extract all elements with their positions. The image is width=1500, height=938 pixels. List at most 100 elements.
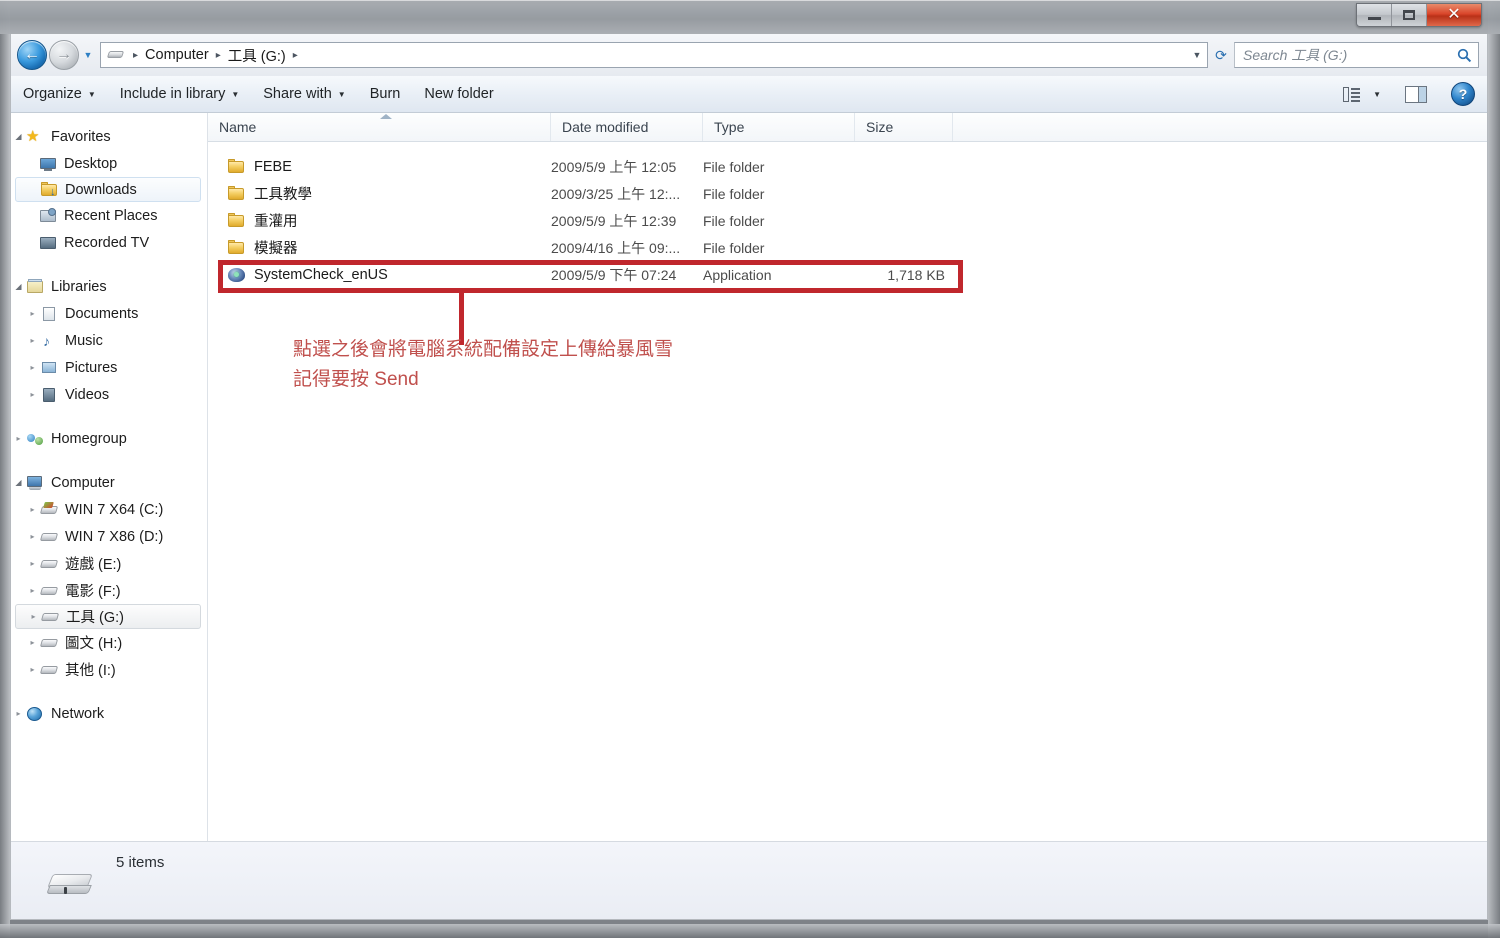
help-button[interactable]: ?: [1451, 82, 1475, 106]
table-row[interactable]: SystemCheck_enUS 2009/5/9 下午 07:24 Appli…: [208, 261, 1487, 288]
file-name-cell[interactable]: FEBE: [208, 158, 551, 176]
breadcrumb-item-drive-g[interactable]: 工具 (G:): [226, 45, 288, 66]
breadcrumb-bar[interactable]: ▸ Computer ▸ 工具 (G:) ▸ ▼: [100, 42, 1208, 68]
sidebar-item-recent-places[interactable]: Recent Places: [11, 202, 207, 229]
file-name-cell[interactable]: 工具教學: [208, 183, 551, 204]
file-name-cell[interactable]: 重灌用: [208, 210, 551, 231]
forward-button[interactable]: →: [49, 40, 79, 70]
expander-icon[interactable]: ▸: [26, 532, 39, 541]
expander-icon[interactable]: ▸: [26, 665, 39, 674]
breadcrumb-dropdown-button[interactable]: ▼: [1189, 43, 1205, 67]
sidebar-item-pictures[interactable]: ▸ Pictures: [11, 354, 207, 381]
sidebar-item-drive-d[interactable]: ▸ WIN 7 X86 (D:): [11, 523, 207, 550]
preview-pane-button[interactable]: [1401, 81, 1431, 107]
sidebar-group-network[interactable]: ▸ Network: [11, 700, 207, 727]
organize-button[interactable]: Organize ▼: [11, 79, 108, 109]
sidebar-item-documents[interactable]: ▸ Documents: [11, 300, 207, 327]
new-folder-button[interactable]: New folder: [412, 79, 505, 109]
expander-icon[interactable]: ▸: [26, 390, 39, 399]
expander-icon[interactable]: ▸: [26, 559, 39, 568]
column-header-date-modified[interactable]: Date modified: [551, 113, 703, 141]
breadcrumb-separator: ▸: [215, 49, 221, 61]
maximize-button[interactable]: [1392, 4, 1427, 26]
expander-icon[interactable]: ▸: [26, 638, 39, 647]
drive-icon: [39, 582, 59, 599]
sidebar-label-videos: Videos: [65, 386, 110, 403]
back-button[interactable]: ←: [17, 40, 47, 70]
expander-icon[interactable]: ◢: [12, 282, 25, 291]
sidebar-item-drive-f[interactable]: ▸ 電影 (F:): [11, 577, 207, 604]
chevron-down-icon: ▼: [1192, 50, 1202, 60]
libraries-icon: [26, 278, 45, 295]
title-bar[interactable]: ✕: [0, 0, 1500, 34]
sidebar-item-drive-c[interactable]: ▸ WIN 7 X64 (C:): [11, 496, 207, 523]
window-frame: ✕ ← → ▼ ▸ Computer ▸ 工具 (G:) ▸ ▼ ⟳ Searc…: [0, 0, 1500, 938]
sidebar-group-homegroup[interactable]: ▸ Homegroup: [11, 425, 207, 452]
navigation-pane[interactable]: ◢ ★ Favorites Desktop ↓ Downloads Recent…: [11, 113, 208, 892]
sidebar-item-recorded-tv[interactable]: Recorded TV: [11, 229, 207, 256]
minimize-button[interactable]: [1357, 4, 1392, 26]
include-in-library-button[interactable]: Include in library ▼: [108, 79, 252, 109]
expander-icon[interactable]: ▸: [26, 505, 39, 514]
burn-button[interactable]: Burn: [358, 79, 413, 109]
sidebar-item-music[interactable]: ▸ ♪ Music: [11, 327, 207, 354]
share-with-button[interactable]: Share with ▼: [251, 79, 357, 109]
column-header-size[interactable]: Size: [855, 113, 953, 141]
music-icon: ♪: [43, 333, 50, 349]
expander-icon[interactable]: ◢: [12, 132, 25, 141]
table-row[interactable]: 工具教學 2009/3/25 上午 12:... File folder: [208, 180, 1487, 207]
view-mode-dropdown-button[interactable]: ▼: [1373, 90, 1381, 99]
file-type-cell: Application: [703, 266, 772, 283]
annotation-line-2: 記得要按 Send: [293, 369, 419, 390]
table-row[interactable]: 重灌用 2009/5/9 上午 12:39 File folder: [208, 207, 1487, 234]
file-list-top-gap: [208, 142, 1487, 153]
refresh-button[interactable]: ⟳: [1208, 42, 1234, 68]
breadcrumb-item-computer[interactable]: Computer: [143, 47, 211, 63]
expander-icon[interactable]: ▸: [12, 434, 25, 443]
sidebar-label-desktop: Desktop: [64, 155, 118, 172]
sidebar-item-videos[interactable]: ▸ Videos: [11, 381, 207, 408]
sidebar-label-favorites: Favorites: [51, 128, 111, 145]
file-list-pane[interactable]: Name Date modified Type Size FEBE 2009/5…: [208, 113, 1487, 892]
expander-icon[interactable]: ▸: [26, 363, 39, 372]
expander-icon[interactable]: ▸: [12, 709, 25, 718]
change-view-button[interactable]: [1335, 80, 1364, 108]
expander-icon[interactable]: ▸: [27, 612, 40, 621]
table-row[interactable]: FEBE 2009/5/9 上午 12:05 File folder: [208, 153, 1487, 180]
table-row[interactable]: 模擬器 2009/4/16 上午 09:... File folder: [208, 234, 1487, 261]
file-name-cell[interactable]: SystemCheck_enUS: [208, 266, 551, 284]
sidebar-item-downloads[interactable]: ↓ Downloads: [15, 177, 201, 202]
sidebar-item-drive-i[interactable]: ▸ 其他 (I:): [11, 656, 207, 683]
file-name-cell[interactable]: 模擬器: [208, 237, 551, 258]
organize-label: Organize: [23, 86, 82, 102]
expander-icon[interactable]: ◢: [12, 478, 25, 487]
recent-pages-button[interactable]: ▼: [80, 46, 96, 64]
annotation-text: 點選之後會將電腦系統配備設定上傳給暴風雪 記得要按 Send: [293, 335, 673, 395]
expander-icon[interactable]: ▸: [26, 336, 39, 345]
sidebar-label-downloads: Downloads: [65, 181, 137, 198]
close-button[interactable]: ✕: [1427, 4, 1481, 26]
sidebar-group-libraries[interactable]: ◢ Libraries: [11, 273, 207, 300]
sidebar-group-computer[interactable]: ◢ Computer: [11, 469, 207, 496]
sidebar-item-drive-e[interactable]: ▸ 遊戲 (E:): [11, 550, 207, 577]
sidebar-item-drive-g[interactable]: ▸ 工具 (G:): [15, 604, 201, 629]
column-header-type[interactable]: Type: [703, 113, 855, 141]
folder-icon: [227, 212, 247, 230]
drive-icon: [39, 528, 59, 545]
chevron-down-icon: ▼: [337, 89, 346, 99]
sidebar-item-desktop[interactable]: Desktop: [11, 150, 207, 177]
sidebar-label-drive-e: 遊戲 (E:): [65, 557, 122, 573]
expander-icon[interactable]: ▸: [26, 309, 39, 318]
search-input[interactable]: Search 工具 (G:): [1243, 45, 1454, 65]
sidebar-item-drive-h[interactable]: ▸ 圖文 (H:): [11, 629, 207, 656]
share-with-label: Share with: [263, 86, 332, 102]
expander-icon[interactable]: ▸: [26, 586, 39, 595]
sidebar-label-network: Network: [51, 705, 105, 722]
file-type-cell: File folder: [703, 239, 765, 256]
pictures-icon: [40, 359, 59, 376]
search-box[interactable]: Search 工具 (G:): [1234, 42, 1479, 68]
sidebar-label-computer: Computer: [51, 474, 115, 491]
sidebar-group-favorites[interactable]: ◢ ★ Favorites: [11, 123, 207, 150]
